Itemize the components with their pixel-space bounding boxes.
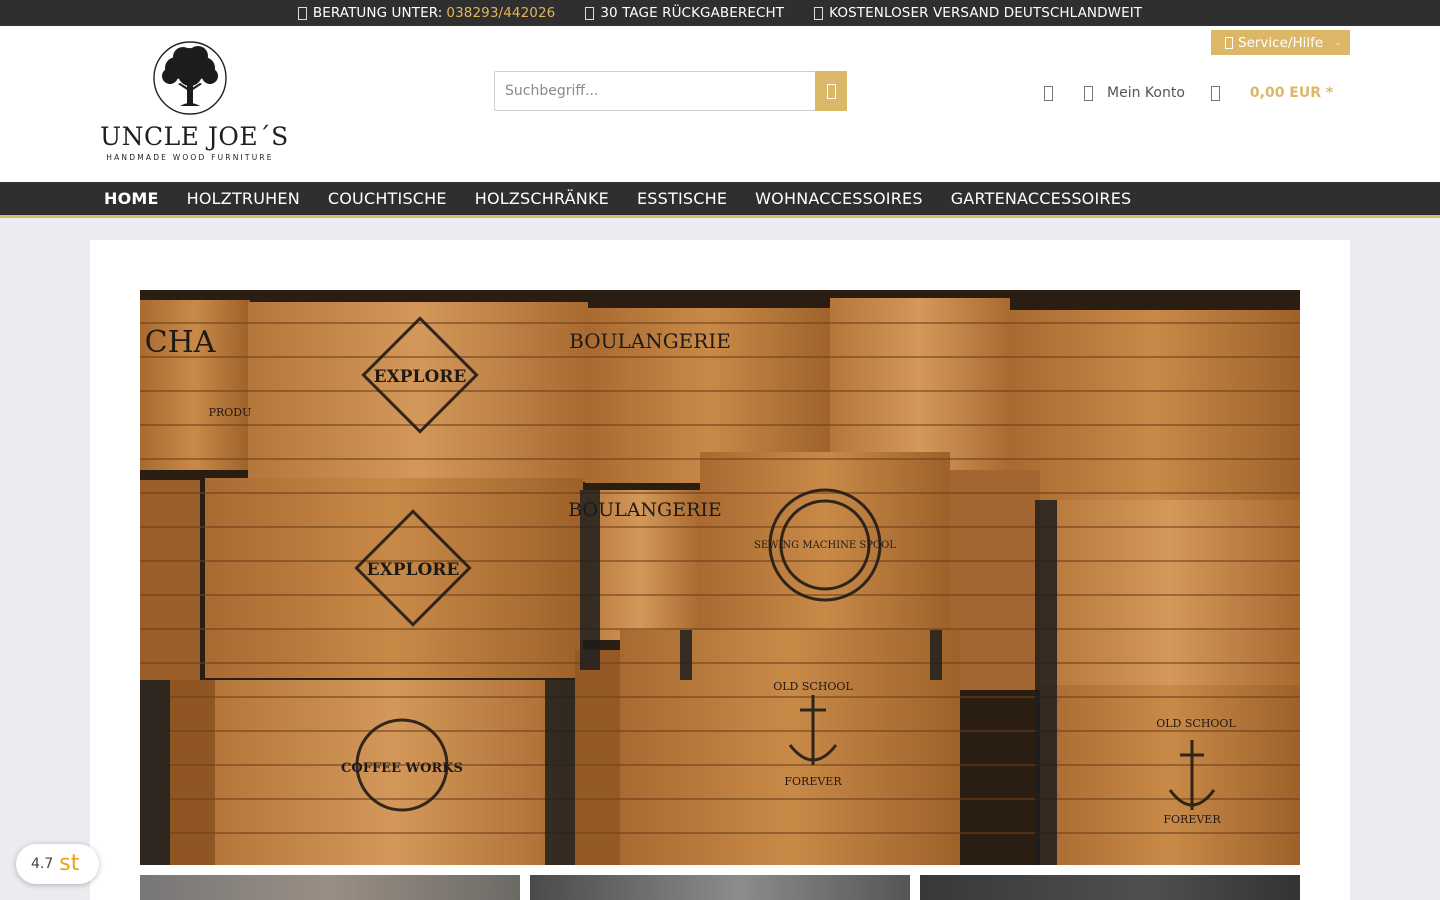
hero-banner[interactable]: EXPLORE EXPLORE BOULANGERIE BOULANGERIE … [140,290,1300,865]
help-icon [1225,36,1233,49]
hero-label-spool: SEWING MACHINE SPOOL [754,540,896,551]
hero-label-forever-2: FOREVER [1163,813,1221,826]
nav-item-home[interactable]: HOME [104,189,159,208]
rating-score: 4.7 [31,856,54,872]
hero-crates-image: EXPLORE EXPLORE BOULANGERIE BOULANGERIE … [140,290,1300,865]
nav-item-wohnaccessoires[interactable]: WOHNACCESSOIRES [755,189,923,208]
logo-tagline: HANDMADE WOOD FURNITURE [106,153,274,162]
basket-icon [1210,85,1220,101]
phone-icon [297,6,307,20]
nav-item-couchtische[interactable]: COUCHTISCHE [328,189,447,208]
hero-label-explore-1: EXPLORE [374,367,467,387]
hero-label-oldschool-2: OLD SCHOOL [1156,717,1236,730]
hero-label-produ: PRODU [209,406,252,419]
topbar-return: 30 TAGE RÜCKGABERECHT [585,5,784,21]
return-label: 30 TAGE RÜCKGABERECHT [600,5,785,21]
hero-label-cha: CHA [145,325,216,360]
header-actions: Mein Konto 0,00 EUR * [1040,78,1333,108]
rating-stars-icon: st [59,851,80,876]
search-form [494,71,847,111]
topbar-consulting: BERATUNG UNTER: 038293/442026 [297,5,555,21]
chevron-down-icon: ⌄ [1334,37,1342,48]
thumbnail-1[interactable] [140,875,520,900]
cart-button[interactable]: 0,00 EUR * [1210,85,1334,101]
hero-label-explore-2: EXPLORE [367,560,460,580]
logo-brand: UNCLE JOE´S [100,122,289,151]
hero-label-boulangerie-2: BOULANGERIE [568,499,722,521]
service-help-label: Service/Hilfe [1238,34,1324,51]
return-icon [585,6,595,20]
cart-amount: 0,00 EUR * [1249,85,1334,101]
rating-badge[interactable]: 4.7 st [16,844,99,884]
consulting-label: BERATUNG UNTER: [312,5,443,21]
tree-logo-icon [153,41,227,115]
thumbnail-2[interactable] [530,875,910,900]
search-button[interactable] [815,71,847,111]
service-help-button[interactable]: Service/Hilfe ⌄ [1211,30,1350,55]
shipping-icon [814,6,824,20]
hero-label-coffee: COFFEE WORKS [341,761,463,776]
search-input[interactable] [494,71,815,111]
account-label: Mein Konto [1107,85,1185,101]
top-info-bar: BERATUNG UNTER: 038293/442026 30 TAGE RÜ… [0,0,1440,26]
site-logo[interactable]: UNCLE JOE´S HANDMADE WOOD FURNITURE [100,40,289,180]
hero-label-boulangerie-1: BOULANGERIE [569,329,731,353]
user-icon [1084,85,1093,101]
search-icon [826,83,836,99]
content-panel: EXPLORE EXPLORE BOULANGERIE BOULANGERIE … [90,240,1350,900]
shipping-label: KOSTENLOSER VERSAND DEUTSCHLANDWEIT [829,5,1143,21]
nav-item-holzschraenke[interactable]: HOLZSCHRÄNKE [475,189,609,208]
wishlist-button[interactable] [1040,84,1056,102]
nav-item-esstische[interactable]: ESSTISCHE [637,189,727,208]
hero-label-oldschool-1: OLD SCHOOL [773,680,853,693]
nav-item-holztruhen[interactable]: HOLZTRUHEN [187,189,300,208]
thumbnail-3[interactable] [920,875,1300,900]
nav-item-gartenaccessoires[interactable]: GARTENACCESSOIRES [951,189,1132,208]
thumbnail-row [140,875,1300,900]
hero-label-forever-1: FOREVER [784,775,842,788]
account-button[interactable]: Mein Konto [1084,85,1185,101]
topbar-shipping: KOSTENLOSER VERSAND DEUTSCHLANDWEIT [814,5,1142,21]
main-navigation: HOME HOLZTRUHEN COUCHTISCHE HOLZSCHRÄNKE… [0,182,1440,218]
heart-icon [1043,85,1053,101]
phone-number[interactable]: 038293/442026 [446,5,555,21]
site-header: UNCLE JOE´S HANDMADE WOOD FURNITURE Serv… [0,26,1440,182]
